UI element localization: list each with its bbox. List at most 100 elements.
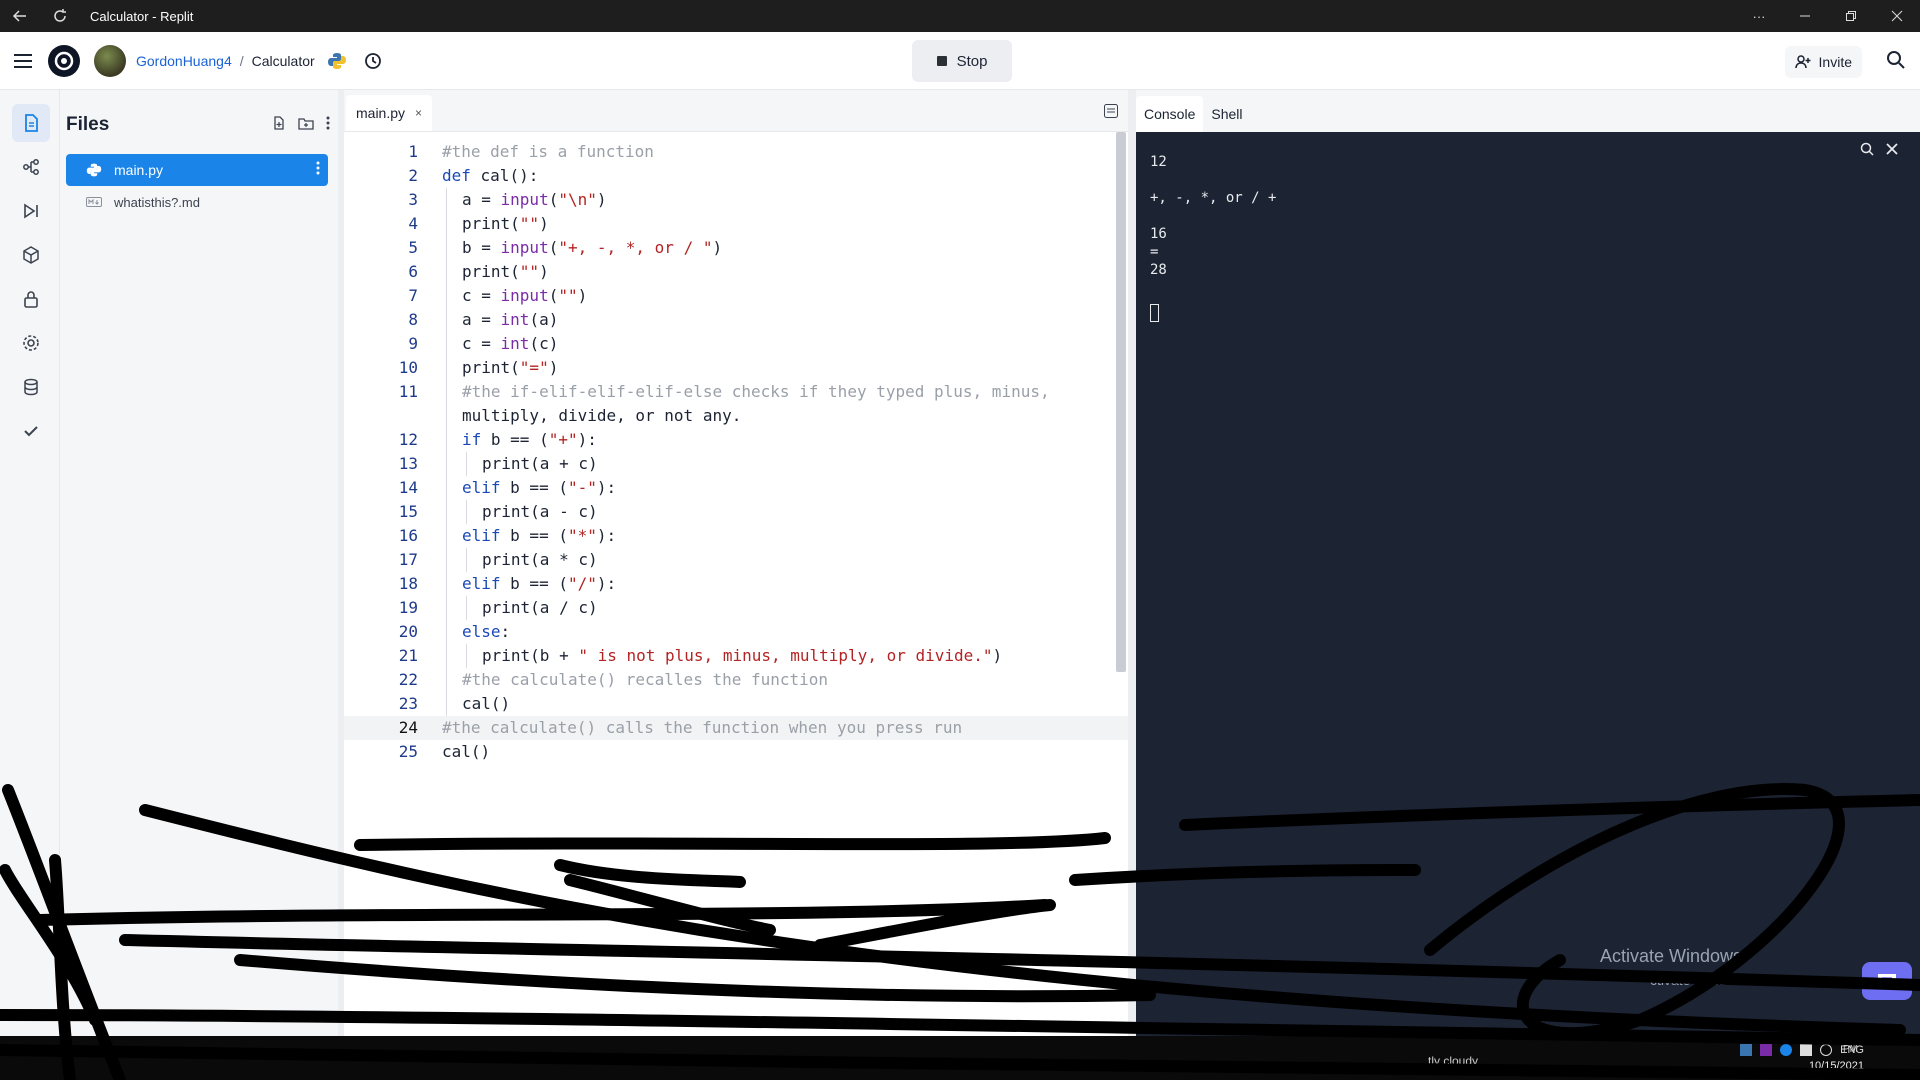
chat-icon[interactable] (1862, 962, 1912, 1000)
search-icon[interactable] (1886, 50, 1906, 75)
console-output[interactable]: 12 +, -, *, or / + 16 = 28 (1136, 132, 1920, 1080)
tray-onenote-icon[interactable] (1760, 1044, 1773, 1056)
file-item-whatisthis-md[interactable]: whatisthis?.md (66, 186, 328, 218)
more-icon[interactable]: ··· (1736, 0, 1782, 32)
code-line: c = input("") (462, 286, 588, 305)
tray-app-icon[interactable] (1740, 1044, 1753, 1056)
code-line: print("") (462, 262, 549, 281)
packages-icon[interactable] (12, 236, 50, 274)
line-number: 5 (408, 238, 418, 257)
debugger-icon[interactable] (12, 192, 50, 230)
tray-wifi-icon[interactable] (1820, 1044, 1833, 1056)
replit-logo-icon[interactable] (48, 44, 80, 77)
stop-button[interactable]: Stop (912, 40, 1012, 82)
window-titlebar: Calculator - Replit ··· (0, 0, 1920, 32)
invite-button[interactable]: Invite (1784, 46, 1862, 78)
files-title: Files (66, 114, 110, 135)
code-line: a = input("\n") (462, 190, 607, 209)
indent-guide (466, 596, 467, 620)
unit-tests-icon[interactable] (12, 412, 50, 450)
tab-console[interactable]: Console (1136, 96, 1204, 132)
tray-onedrive-icon[interactable] (1780, 1044, 1793, 1056)
breadcrumb-repl-name[interactable]: Calculator (252, 53, 315, 69)
file-menu-icon[interactable] (316, 160, 320, 179)
indent-guide (446, 212, 447, 236)
indent-guide (446, 692, 447, 716)
file-item-main-py[interactable]: main.py (66, 154, 328, 186)
reload-icon[interactable] (40, 0, 80, 32)
invite-label: Invite (1818, 54, 1852, 70)
database-icon[interactable] (12, 368, 50, 406)
line-number: 2 (408, 166, 418, 185)
indent-guide (446, 596, 447, 620)
code-line: #the def is a function (442, 142, 654, 161)
output-pane: Console Shell 12 +, -, *, or / + 16 = 28 (1136, 90, 1920, 1080)
secrets-icon[interactable] (12, 280, 50, 318)
indent-guide (446, 500, 447, 524)
code-line: print(a * c) (482, 550, 598, 569)
line-number: 7 (408, 286, 418, 305)
restore-icon[interactable] (1828, 0, 1874, 32)
tab-close-icon[interactable]: × (415, 106, 422, 120)
line-number: 1 (408, 142, 418, 161)
console-line: +, -, *, or / + (1150, 190, 1277, 206)
tab-main-py[interactable]: main.py × (346, 95, 433, 131)
close-icon[interactable] (1874, 0, 1920, 32)
console-clear-icon[interactable] (1886, 143, 1898, 159)
line-number: 9 (408, 334, 418, 353)
files-icon[interactable] (12, 104, 50, 142)
files-menu-icon[interactable] (326, 116, 330, 135)
line-number: 18 (398, 574, 418, 593)
markdown-file-icon (86, 196, 104, 208)
new-folder-icon[interactable] (298, 116, 314, 135)
editor-tabbar: main.py × (344, 90, 1128, 132)
line-number: 17 (398, 550, 418, 569)
minimize-icon[interactable] (1782, 0, 1828, 32)
tray-date[interactable]: 10/15/2021 (1809, 1060, 1864, 1072)
indent-guide (446, 380, 447, 404)
hamburger-icon[interactable] (0, 53, 46, 69)
indent-guide (466, 548, 467, 572)
indent-guide (446, 548, 447, 572)
version-control-icon[interactable] (12, 148, 50, 186)
settings-icon[interactable] (12, 324, 50, 362)
indent-guide (446, 284, 447, 308)
indent-guide (466, 644, 467, 668)
indent-guide (446, 188, 447, 212)
new-file-icon[interactable] (272, 116, 286, 135)
line-number: 11 (398, 382, 418, 401)
layout-icon[interactable] (1104, 104, 1118, 123)
console-line: 28 (1150, 262, 1167, 278)
indent-guide (446, 356, 447, 380)
tray-battery-icon[interactable] (1800, 1044, 1813, 1056)
console-line: = (1150, 244, 1159, 260)
line-number: 16 (398, 526, 418, 545)
code-line: else: (462, 622, 511, 641)
indent-guide (446, 404, 447, 428)
tab-shell[interactable]: Shell (1203, 96, 1250, 132)
history-icon[interactable] (363, 51, 383, 71)
line-number: 22 (398, 670, 418, 689)
indent-guide (446, 236, 447, 260)
back-arrow-icon[interactable] (0, 0, 40, 32)
code-line: print(a - c) (482, 502, 598, 521)
editor-scrollbar[interactable] (1116, 132, 1126, 672)
console-search-icon[interactable] (1860, 142, 1874, 160)
line-number: 23 (398, 694, 418, 713)
line-number: 24 (398, 718, 418, 737)
code-line: print(b + " is not plus, minus, multiply… (482, 646, 1003, 665)
code-line: a = int(a) (462, 310, 559, 329)
code-line: if b == ("+"): (462, 430, 597, 449)
breadcrumb-username[interactable]: GordonHuang4 (136, 53, 232, 69)
tray-time[interactable]: PM (1843, 1044, 1858, 1055)
line-number: 6 (408, 262, 418, 281)
code-line: cal() (442, 742, 491, 761)
console-line: 16 (1150, 226, 1167, 242)
code-line: print("") (462, 214, 549, 233)
code-line: multiply, divide, or not any. (462, 406, 742, 425)
panel-splitter-right[interactable] (1128, 90, 1136, 1080)
avatar[interactable] (94, 44, 126, 77)
breadcrumb-separator: / (239, 52, 244, 69)
line-number: 20 (398, 622, 418, 641)
indent-guide (446, 476, 447, 500)
